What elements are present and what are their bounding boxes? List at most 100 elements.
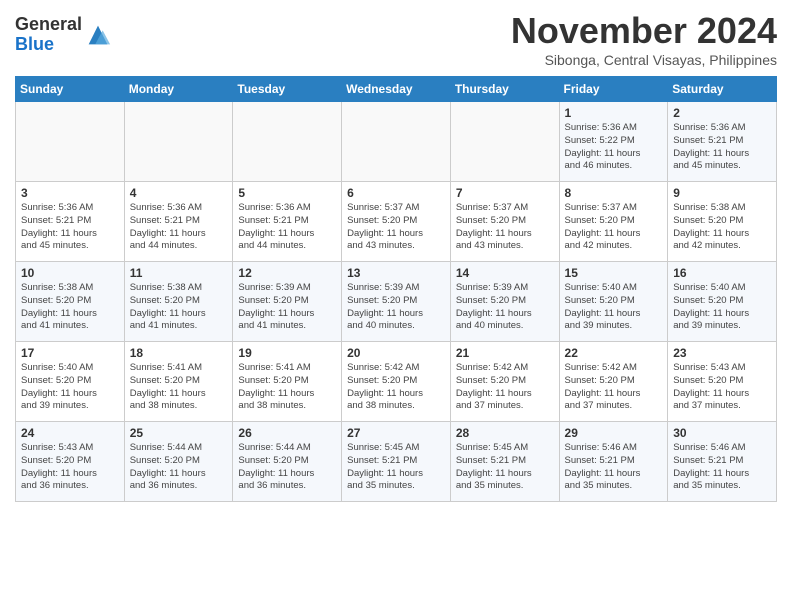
calendar-cell: 3 Sunrise: 5:36 AMSunset: 5:21 PMDaylight… [16, 182, 125, 262]
day-number: 25 [130, 426, 228, 440]
logo-icon [84, 21, 112, 49]
calendar-cell: 24 Sunrise: 5:43 AMSunset: 5:20 PMDayligh… [16, 422, 125, 502]
weekday-header: Sunday [16, 77, 125, 102]
weekday-header: Wednesday [342, 77, 451, 102]
logo: General Blue [15, 15, 112, 55]
day-number: 1 [565, 106, 663, 120]
weekday-header: Friday [559, 77, 668, 102]
day-info: Sunrise: 5:36 AMSunset: 5:21 PMDaylight:… [238, 202, 336, 253]
calendar-week-row: 10 Sunrise: 5:38 AMSunset: 5:20 PMDayligh… [16, 262, 777, 342]
day-number: 16 [673, 266, 771, 280]
day-number: 23 [673, 346, 771, 360]
day-number: 18 [130, 346, 228, 360]
day-number: 5 [238, 186, 336, 200]
calendar-cell: 27 Sunrise: 5:45 AMSunset: 5:21 PMDayligh… [342, 422, 451, 502]
page-header: General Blue November 2024 Sibonga, Cent… [15, 10, 777, 68]
day-number: 29 [565, 426, 663, 440]
day-info: Sunrise: 5:44 AMSunset: 5:20 PMDaylight:… [130, 442, 228, 493]
day-number: 10 [21, 266, 119, 280]
day-info: Sunrise: 5:39 AMSunset: 5:20 PMDaylight:… [456, 282, 554, 333]
day-info: Sunrise: 5:46 AMSunset: 5:21 PMDaylight:… [673, 442, 771, 493]
calendar-cell: 17 Sunrise: 5:40 AMSunset: 5:20 PMDayligh… [16, 342, 125, 422]
weekday-header-row: SundayMondayTuesdayWednesdayThursdayFrid… [16, 77, 777, 102]
day-info: Sunrise: 5:40 AMSunset: 5:20 PMDaylight:… [565, 282, 663, 333]
location: Sibonga, Central Visayas, Philippines [511, 52, 777, 68]
day-info: Sunrise: 5:38 AMSunset: 5:20 PMDaylight:… [21, 282, 119, 333]
calendar-cell: 19Sunrise: 5:41 AMSunset: 5:20 PMDayligh… [233, 342, 342, 422]
weekday-header: Thursday [450, 77, 559, 102]
calendar-cell: 23Sunrise: 5:43 AMSunset: 5:20 PMDayligh… [668, 342, 777, 422]
day-number: 30 [673, 426, 771, 440]
calendar-cell [342, 102, 451, 182]
calendar-cell: 12Sunrise: 5:39 AMSunset: 5:20 PMDayligh… [233, 262, 342, 342]
day-number: 22 [565, 346, 663, 360]
weekday-header: Tuesday [233, 77, 342, 102]
day-info: Sunrise: 5:42 AMSunset: 5:20 PMDaylight:… [347, 362, 445, 413]
day-number: 28 [456, 426, 554, 440]
day-number: 9 [673, 186, 771, 200]
day-number: 24 [21, 426, 119, 440]
day-number: 15 [565, 266, 663, 280]
calendar-cell: 4Sunrise: 5:36 AMSunset: 5:21 PMDaylight… [124, 182, 233, 262]
day-info: Sunrise: 5:37 AMSunset: 5:20 PMDaylight:… [456, 202, 554, 253]
day-info: Sunrise: 5:41 AMSunset: 5:20 PMDaylight:… [238, 362, 336, 413]
calendar-cell: 21Sunrise: 5:42 AMSunset: 5:20 PMDayligh… [450, 342, 559, 422]
calendar-cell: 20 Sunrise: 5:42 AMSunset: 5:20 PMDayligh… [342, 342, 451, 422]
day-number: 17 [21, 346, 119, 360]
calendar-week-row: 24 Sunrise: 5:43 AMSunset: 5:20 PMDayligh… [16, 422, 777, 502]
day-info: Sunrise: 5:41 AMSunset: 5:20 PMDaylight:… [130, 362, 228, 413]
day-number: 20 [347, 346, 445, 360]
logo-text: General Blue [15, 15, 82, 55]
calendar-cell: 8Sunrise: 5:37 AMSunset: 5:20 PMDaylight… [559, 182, 668, 262]
calendar-week-row: 1Sunrise: 5:36 AMSunset: 5:22 PMDaylight… [16, 102, 777, 182]
calendar-cell: 7 Sunrise: 5:37 AMSunset: 5:20 PMDaylight… [450, 182, 559, 262]
day-info: Sunrise: 5:38 AMSunset: 5:20 PMDaylight:… [673, 202, 771, 253]
day-info: Sunrise: 5:38 AMSunset: 5:20 PMDaylight:… [130, 282, 228, 333]
calendar-cell: 9 Sunrise: 5:38 AMSunset: 5:20 PMDaylight… [668, 182, 777, 262]
calendar-cell: 30 Sunrise: 5:46 AMSunset: 5:21 PMDayligh… [668, 422, 777, 502]
calendar-cell: 29 Sunrise: 5:46 AMSunset: 5:21 PMDayligh… [559, 422, 668, 502]
calendar-cell: 6 Sunrise: 5:37 AMSunset: 5:20 PMDaylight… [342, 182, 451, 262]
month-title: November 2024 [511, 10, 777, 52]
calendar-cell [450, 102, 559, 182]
day-info: Sunrise: 5:36 AMSunset: 5:21 PMDaylight:… [21, 202, 119, 253]
day-info: Sunrise: 5:36 AMSunset: 5:21 PMDaylight:… [673, 122, 771, 173]
day-number: 26 [238, 426, 336, 440]
calendar-cell: 22 Sunrise: 5:42 AMSunset: 5:20 PMDayligh… [559, 342, 668, 422]
day-number: 14 [456, 266, 554, 280]
calendar-cell: 2 Sunrise: 5:36 AMSunset: 5:21 PMDaylight… [668, 102, 777, 182]
weekday-header: Saturday [668, 77, 777, 102]
calendar-cell: 28Sunrise: 5:45 AMSunset: 5:21 PMDayligh… [450, 422, 559, 502]
calendar-cell: 16 Sunrise: 5:40 AMSunset: 5:20 PMDayligh… [668, 262, 777, 342]
day-number: 12 [238, 266, 336, 280]
calendar-cell: 25 Sunrise: 5:44 AMSunset: 5:20 PMDayligh… [124, 422, 233, 502]
day-number: 27 [347, 426, 445, 440]
day-info: Sunrise: 5:43 AMSunset: 5:20 PMDaylight:… [21, 442, 119, 493]
day-number: 11 [130, 266, 228, 280]
day-info: Sunrise: 5:40 AMSunset: 5:20 PMDaylight:… [673, 282, 771, 333]
day-number: 7 [456, 186, 554, 200]
calendar-cell: 13 Sunrise: 5:39 AMSunset: 5:20 PMDayligh… [342, 262, 451, 342]
day-info: Sunrise: 5:42 AMSunset: 5:20 PMDaylight:… [565, 362, 663, 413]
day-number: 2 [673, 106, 771, 120]
calendar-table: SundayMondayTuesdayWednesdayThursdayFrid… [15, 76, 777, 502]
calendar-cell: 14 Sunrise: 5:39 AMSunset: 5:20 PMDayligh… [450, 262, 559, 342]
day-info: Sunrise: 5:39 AMSunset: 5:20 PMDaylight:… [347, 282, 445, 333]
day-info: Sunrise: 5:44 AMSunset: 5:20 PMDaylight:… [238, 442, 336, 493]
weekday-header: Monday [124, 77, 233, 102]
day-info: Sunrise: 5:45 AMSunset: 5:21 PMDaylight:… [347, 442, 445, 493]
calendar-cell: 26 Sunrise: 5:44 AMSunset: 5:20 PMDayligh… [233, 422, 342, 502]
day-info: Sunrise: 5:46 AMSunset: 5:21 PMDaylight:… [565, 442, 663, 493]
title-block: November 2024 Sibonga, Central Visayas, … [511, 10, 777, 68]
day-number: 3 [21, 186, 119, 200]
day-number: 13 [347, 266, 445, 280]
calendar-cell [124, 102, 233, 182]
calendar-cell: 15 Sunrise: 5:40 AMSunset: 5:20 PMDayligh… [559, 262, 668, 342]
calendar-cell: 11 Sunrise: 5:38 AMSunset: 5:20 PMDayligh… [124, 262, 233, 342]
day-info: Sunrise: 5:40 AMSunset: 5:20 PMDaylight:… [21, 362, 119, 413]
day-number: 6 [347, 186, 445, 200]
calendar-week-row: 3 Sunrise: 5:36 AMSunset: 5:21 PMDaylight… [16, 182, 777, 262]
day-info: Sunrise: 5:37 AMSunset: 5:20 PMDaylight:… [347, 202, 445, 253]
calendar-cell: 10 Sunrise: 5:38 AMSunset: 5:20 PMDayligh… [16, 262, 125, 342]
calendar-cell: 18 Sunrise: 5:41 AMSunset: 5:20 PMDayligh… [124, 342, 233, 422]
